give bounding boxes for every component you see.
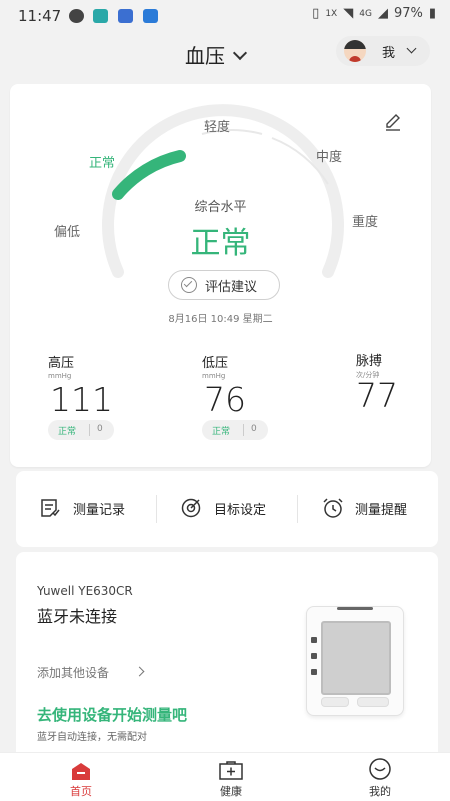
record-icon (41, 499, 60, 517)
signal-1x-label: 1X (325, 8, 338, 19)
battery-percent: 97% (393, 6, 423, 21)
add-device-link[interactable]: 添加其他设备 (37, 660, 157, 684)
edit-icon[interactable] (383, 112, 403, 132)
device-model: Yuwell YE630CR (37, 584, 133, 598)
action-label: 目标设定 (214, 503, 267, 518)
check-circle-icon (181, 277, 197, 293)
assessment-advice-button[interactable]: 评估建议 (168, 270, 280, 300)
user-switcher[interactable]: 我 (336, 36, 430, 66)
app-notification-icon (93, 9, 108, 23)
status-time: 11:47 (18, 7, 62, 25)
add-device-label: 添加其他设备 (37, 666, 110, 680)
measurement-reminder-button[interactable]: 测量提醒 (298, 471, 438, 547)
metric-unit: mmHg (48, 372, 72, 380)
status-badge: 正常 0 (48, 420, 114, 440)
chevron-down-icon (232, 45, 248, 61)
nav-home[interactable]: 首页 (41, 753, 121, 801)
avatar (344, 40, 366, 62)
status-badge: 正常 0 (202, 420, 268, 440)
level-moderate: 中度 (316, 150, 343, 165)
app-notification-icon (118, 9, 133, 23)
home-icon (72, 763, 90, 780)
overall-level-value: 正常 (190, 226, 251, 261)
notification-icon (69, 9, 84, 23)
level-normal: 正常 (89, 156, 116, 171)
metric-value: 111 (50, 380, 113, 419)
chevron-down-icon (406, 43, 417, 54)
level-mild: 轻度 (204, 120, 231, 135)
diastolic-metric: 低压 mmHg 76 正常 0 (202, 352, 322, 452)
health-icon (219, 761, 243, 780)
signal-4g-label: 4G (359, 8, 372, 19)
vibrate-icon: ▯ (312, 6, 320, 21)
bp-summary-card: 偏低 正常 轻度 中度 重度 综合水平 正常 评估建议 8月16日 10:49 … (10, 84, 431, 467)
action-label: 测量记录 (73, 503, 126, 518)
goal-setting-button[interactable]: 目标设定 (157, 471, 297, 547)
nav-label: 健康 (220, 785, 242, 798)
page-title-dropdown[interactable]: 血压 (185, 40, 248, 69)
signal-icon: ◢ (377, 6, 388, 21)
nav-profile[interactable]: 我的 (340, 753, 420, 801)
assessment-advice-label: 评估建议 (205, 280, 258, 295)
bluetooth-status: 蓝牙未连接 (37, 607, 118, 626)
nav-health[interactable]: 健康 (191, 753, 271, 801)
action-label: 测量提醒 (355, 503, 408, 518)
measurement-datetime: 8月16日 10:49 星期二 (168, 314, 273, 325)
metric-label: 脉搏 (356, 354, 383, 369)
profile-icon (369, 758, 391, 780)
wifi-icon: ◥ (343, 6, 354, 21)
metric-label: 高压 (48, 356, 75, 371)
overall-level-label: 综合水平 (194, 200, 247, 215)
bottom-nav: 首页 健康 我的 (0, 752, 450, 801)
nav-label: 我的 (369, 785, 391, 798)
start-measuring-prompt: 去使用设备开始测量吧 (37, 706, 188, 724)
metric-unit: mmHg (202, 372, 226, 380)
status-bar: 11:47 ▯ 1X ◥ 4G ◢ 97% ▮ (0, 0, 450, 32)
nav-label: 首页 (70, 785, 92, 798)
metric-label: 低压 (202, 356, 229, 371)
user-name: 我 (382, 46, 396, 61)
metric-value: 76 (204, 380, 246, 419)
measurement-records-button[interactable]: 测量记录 (16, 471, 156, 547)
device-card: Yuwell YE630CR 蓝牙未连接 添加其他设备 去使用设备开始测量吧 蓝… (16, 552, 438, 772)
target-icon (181, 498, 201, 518)
quick-actions: 测量记录 目标设定 测量提醒 (16, 471, 438, 547)
battery-icon: ▮ (428, 6, 436, 21)
systolic-metric: 高压 mmHg 111 正常 0 (48, 352, 168, 452)
alarm-icon (323, 498, 343, 518)
bp-monitor-image (306, 606, 404, 716)
auto-connect-note: 蓝牙自动连接，无需配对 (37, 732, 147, 743)
page-title: 血压 (185, 44, 225, 68)
telegram-icon (143, 9, 158, 23)
pulse-metric: 脉搏 次/分钟 77 (356, 350, 426, 430)
metric-value: 77 (356, 376, 398, 415)
chevron-right-icon (134, 666, 145, 677)
